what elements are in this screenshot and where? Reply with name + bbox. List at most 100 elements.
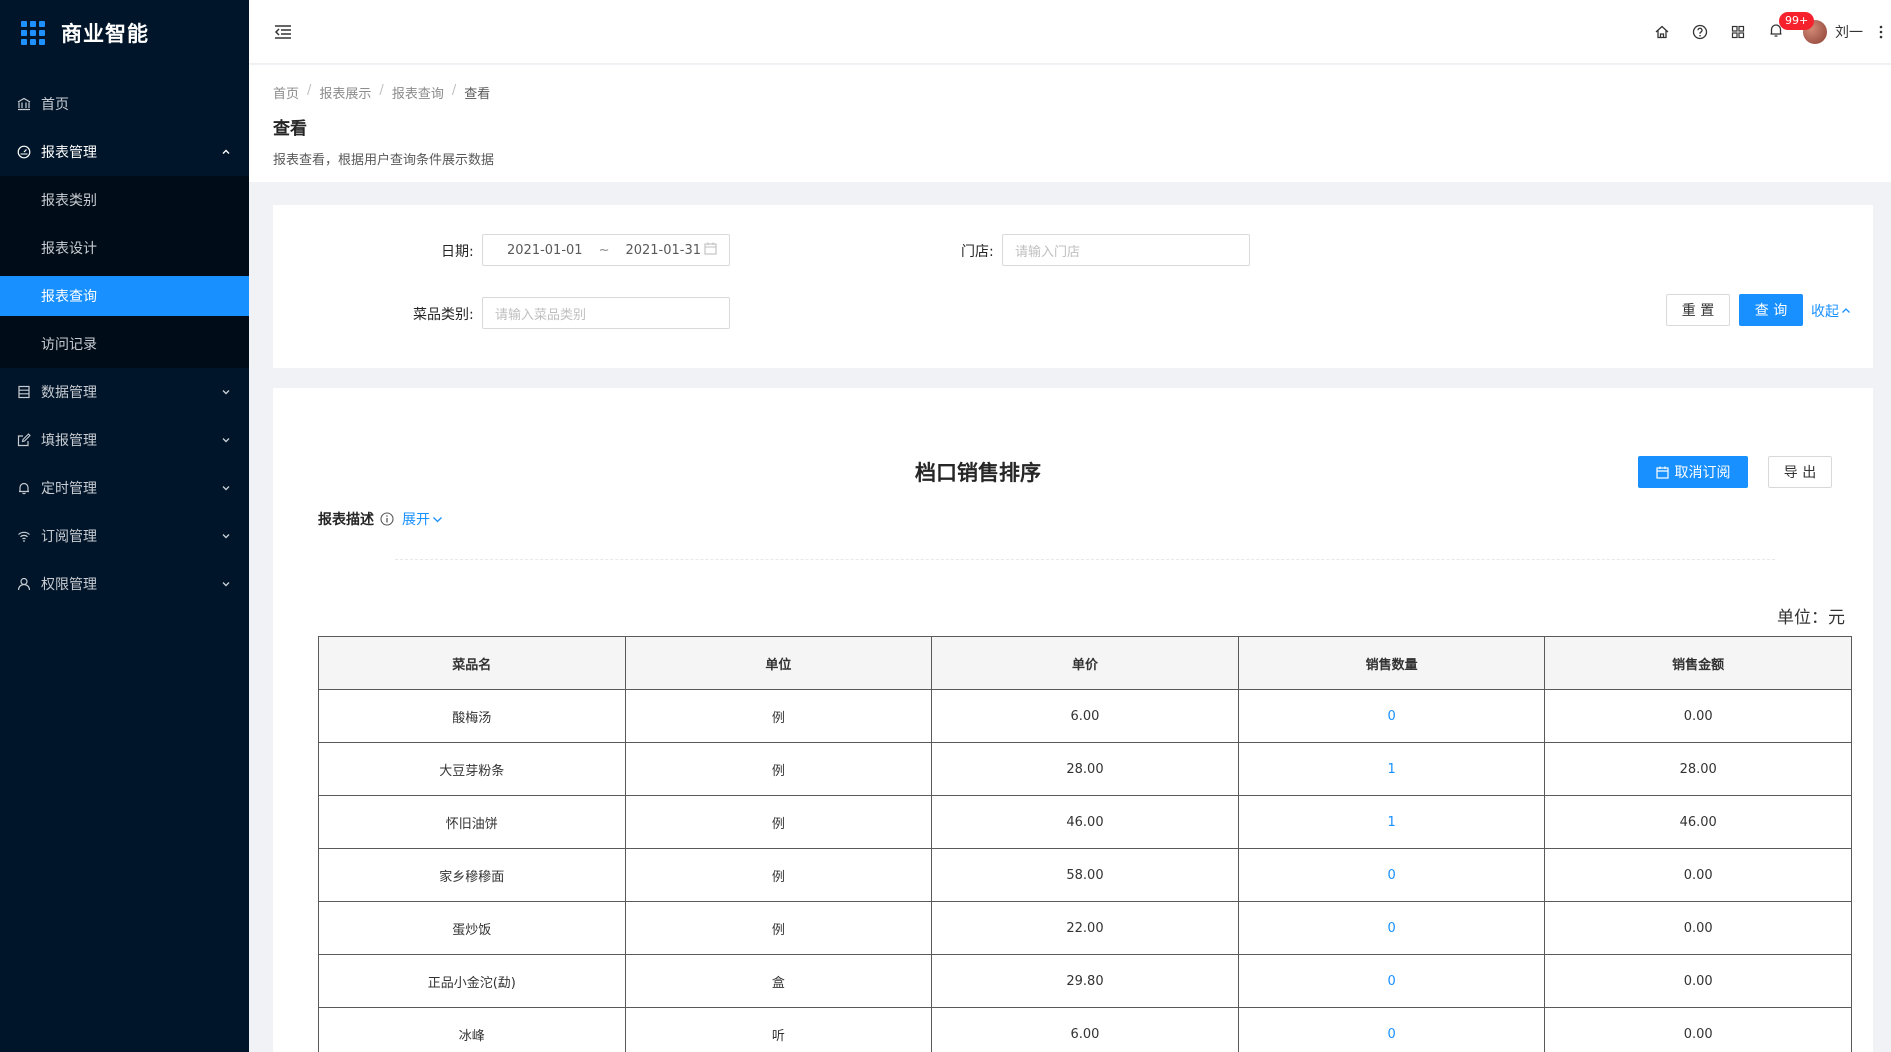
- query-button[interactable]: 查 询: [1739, 294, 1803, 326]
- form-icon: [17, 433, 31, 447]
- user-icon: [17, 577, 31, 591]
- sales-amount-cell: 28.00: [1544, 742, 1852, 796]
- table-header-row: 菜品名 单位 单价 销售数量 销售金额: [318, 636, 1852, 690]
- category-label: 菜品类别:: [413, 307, 474, 323]
- dish-name-cell: 怀旧油饼: [318, 795, 626, 849]
- breadcrumb-separator: /: [451, 83, 457, 98]
- column-header: 销售金额: [1544, 636, 1852, 690]
- sidebar-item-report-query[interactable]: 报表查询: [0, 276, 249, 316]
- logo[interactable]: 商业智能: [0, 0, 249, 66]
- sidebar-item-label: 权限管理: [41, 577, 97, 593]
- page-header: 首页 / 报表展示 / 报表查询 / 查看 查看 报表查看，根据用户查询条件展示…: [249, 65, 1891, 182]
- sidebar-item-label: 报表设计: [41, 241, 97, 257]
- sidebar-item-permission-management[interactable]: 权限管理: [0, 560, 249, 608]
- unit-cell: 例: [624, 848, 933, 902]
- date-end[interactable]: 2021-01-31: [625, 243, 701, 258]
- question-icon[interactable]: [1681, 0, 1719, 64]
- sidebar-item-access-log[interactable]: 访问记录: [0, 320, 249, 368]
- unit-cell: 盒: [624, 954, 933, 1008]
- expand-label: 展开: [402, 512, 430, 528]
- collapse-link[interactable]: 收起: [1811, 301, 1851, 321]
- sidebar-item-home[interactable]: 首页: [0, 80, 249, 128]
- table-row: 蛋炒饭 例 22.00 0 0.00: [318, 901, 1852, 955]
- more-vertical-icon[interactable]: [1871, 0, 1891, 64]
- column-header: 菜品名: [318, 636, 626, 690]
- price-cell: 46.00: [931, 795, 1239, 849]
- column-header: 单价: [931, 636, 1239, 690]
- header-actions: 99+ 刘一: [1643, 0, 1891, 64]
- table-row: 大豆芽粉条 例 28.00 1 28.00: [318, 742, 1852, 796]
- price-cell: 29.80: [931, 954, 1239, 1008]
- divider: [395, 559, 1775, 560]
- info-icon[interactable]: [380, 512, 394, 526]
- expand-link[interactable]: 展开: [402, 509, 443, 529]
- report-panel: 档口销售排序 取消订阅 导 出 报表描述 展开 单位：元 菜品名 单位 单价 销…: [273, 388, 1873, 1052]
- sidebar-item-label: 报表类别: [41, 193, 97, 209]
- dish-name-cell: 冰峰: [318, 1007, 626, 1052]
- breadcrumb-home[interactable]: 首页: [273, 83, 299, 102]
- sidebar-item-label: 访问记录: [41, 337, 97, 353]
- chevron-down-icon: [221, 435, 231, 445]
- table-row: 家乡穇穇面 例 58.00 0 0.00: [318, 848, 1852, 902]
- unit-cell: 例: [624, 742, 933, 796]
- date-range-separator: ~: [598, 242, 610, 258]
- date-label: 日期:: [441, 244, 474, 260]
- dish-name-cell: 蛋炒饭: [318, 901, 626, 955]
- sales-amount-cell: 0.00: [1544, 954, 1852, 1008]
- sales-quantity-link[interactable]: 0: [1237, 848, 1546, 902]
- sales-quantity-link[interactable]: 0: [1237, 901, 1546, 955]
- sales-quantity-link[interactable]: 1: [1237, 742, 1546, 796]
- dish-name-cell: 正品小金沱(勐): [318, 954, 626, 1008]
- sidebar-item-subscription-management[interactable]: 订阅管理: [0, 512, 249, 560]
- sidebar-item-report-management[interactable]: 报表管理: [0, 128, 249, 176]
- sales-amount-cell: 0.00: [1544, 848, 1852, 902]
- category-input[interactable]: 请输入菜品类别: [482, 297, 730, 329]
- price-cell: 28.00: [931, 742, 1239, 796]
- chevron-down-icon: [221, 579, 231, 589]
- export-button[interactable]: 导 出: [1768, 456, 1832, 488]
- notification-bell[interactable]: 99+: [1757, 0, 1815, 64]
- sidebar-item-label: 定时管理: [41, 481, 97, 497]
- sidebar-item-label: 报表管理: [41, 145, 97, 161]
- sidebar-item-data-management[interactable]: 数据管理: [0, 368, 249, 416]
- price-cell: 6.00: [931, 1007, 1239, 1052]
- sidebar-item-schedule-management[interactable]: 定时管理: [0, 464, 249, 512]
- unit-cell: 例: [624, 901, 933, 955]
- store-input[interactable]: 请输入门店: [1002, 234, 1250, 266]
- sales-quantity-link[interactable]: 0: [1237, 954, 1546, 1008]
- collapse-label: 收起: [1811, 304, 1839, 320]
- table-row: 酸梅汤 例 6.00 0 0.00: [318, 689, 1852, 743]
- notification-badge: 99+: [1779, 12, 1815, 30]
- breadcrumb-report-query[interactable]: 报表查询: [392, 83, 444, 102]
- sidebar-item-report-design[interactable]: 报表设计: [0, 224, 249, 272]
- filter-panel: 日期: 2021-01-01 ~ 2021-01-31 门店: 请输入门店 菜品…: [273, 205, 1873, 368]
- sales-quantity-link[interactable]: 0: [1237, 689, 1546, 743]
- bank-icon: [17, 97, 31, 111]
- breadcrumb-report-display[interactable]: 报表展示: [319, 83, 371, 102]
- chevron-down-icon: [432, 514, 443, 525]
- chevron-up-icon: [1841, 306, 1851, 316]
- reset-button[interactable]: 重 置: [1666, 294, 1730, 326]
- chevron-down-icon: [221, 531, 231, 541]
- submenu-report-management: 报表类别 报表设计 报表查询 访问记录: [0, 176, 249, 368]
- date-range-picker[interactable]: 2021-01-01 ~ 2021-01-31: [482, 234, 730, 266]
- column-header: 单位: [624, 636, 933, 690]
- sidebar-item-label: 报表查询: [41, 289, 97, 305]
- sales-quantity-link[interactable]: 0: [1237, 1007, 1546, 1052]
- username: 刘一: [1835, 25, 1863, 41]
- sales-amount-cell: 46.00: [1544, 795, 1852, 849]
- sidebar-item-report-category[interactable]: 报表类别: [0, 176, 249, 224]
- menu-fold-icon[interactable]: [273, 22, 293, 42]
- table-row: 正品小金沱(勐) 盒 29.80 0 0.00: [318, 954, 1852, 1008]
- unsubscribe-button[interactable]: 取消订阅: [1638, 456, 1748, 488]
- home-icon[interactable]: [1643, 0, 1681, 64]
- table-row: 冰峰 听 6.00 0 0.00: [318, 1007, 1852, 1052]
- unit-cell: 例: [624, 689, 933, 743]
- date-start[interactable]: 2021-01-01: [507, 243, 583, 258]
- apps-icon[interactable]: [1719, 0, 1757, 64]
- sales-quantity-link[interactable]: 1: [1237, 795, 1546, 849]
- sidebar-item-form-management[interactable]: 填报管理: [0, 416, 249, 464]
- report-title: 档口销售排序: [915, 461, 1041, 485]
- sidebar-item-label: 订阅管理: [41, 529, 97, 545]
- database-icon: [17, 385, 31, 399]
